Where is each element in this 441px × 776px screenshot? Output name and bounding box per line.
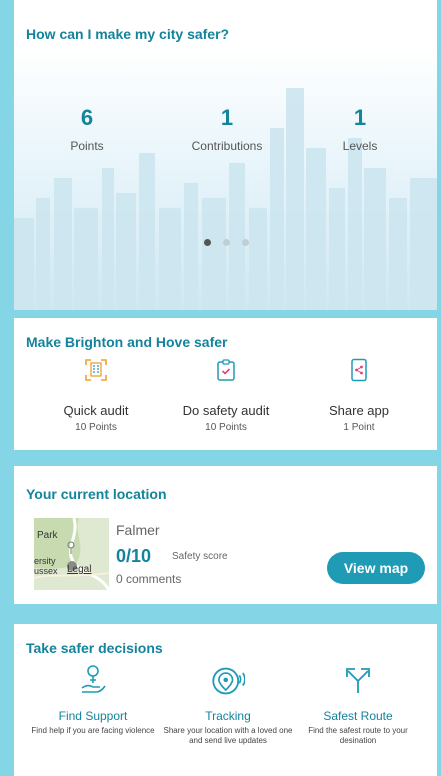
female-hand-icon (81, 665, 106, 693)
levels-stat: 1 Levels (300, 105, 420, 153)
current-location-panel: Your current location Park ersity ussex … (14, 466, 437, 604)
stats-panel: How can I make my city safer? 6 Points 1… (14, 0, 437, 310)
building-scan-icon (85, 359, 107, 381)
carousel-dots (204, 239, 249, 246)
do-safety-audit-points: 10 Points (205, 422, 247, 433)
carousel-dot[interactable] (223, 239, 230, 246)
share-app-label: Share app (329, 403, 389, 418)
quick-audit-button[interactable]: Quick audit 10 Points (31, 358, 161, 433)
decisions-title: Take safer decisions (26, 640, 163, 656)
safest-route-label: Safest Route (323, 709, 393, 723)
contributions-stat: 1 Contributions (167, 105, 287, 153)
share-app-points: 1 Point (343, 422, 375, 433)
safest-route-button[interactable]: Safest Route Find the safest route to yo… (293, 664, 423, 746)
hero-title: How can I make my city safer? (26, 26, 230, 42)
phone-share-icon (351, 358, 367, 382)
make-safer-panel: Make Brighton and Hove safer Quick audit… (14, 318, 437, 450)
location-signal-icon (212, 667, 246, 695)
safer-decisions-panel: Take safer decisions Find Support Find h… (14, 624, 437, 776)
carousel-dot[interactable] (204, 239, 211, 246)
carousel-dot[interactable] (242, 239, 249, 246)
quick-audit-points: 10 Points (75, 422, 117, 433)
levels-label: Levels (342, 139, 378, 153)
location-name: Falmer (116, 522, 160, 538)
map-thumbnail[interactable]: Park ersity ussex Legal (34, 518, 109, 590)
find-support-button[interactable]: Find Support Find help if you are facing… (28, 664, 158, 736)
map-label-ersity: ersity (34, 556, 56, 566)
find-support-label: Find Support (58, 709, 128, 723)
safety-score-label: Safety score (172, 551, 228, 562)
make-safer-title: Make Brighton and Hove safer (26, 334, 228, 350)
city-skyline-banner (14, 48, 437, 310)
tracking-desc: Share your location with a loved one and… (163, 726, 293, 745)
quick-audit-label: Quick audit (63, 403, 129, 418)
contributions-value: 1 (220, 105, 234, 130)
share-app-button[interactable]: Share app 1 Point (294, 358, 424, 433)
map-label-park: Park (37, 530, 58, 541)
view-map-button[interactable]: View map (327, 552, 425, 584)
do-safety-audit-button[interactable]: Do safety audit 10 Points (161, 358, 291, 433)
points-value: 6 (80, 105, 94, 130)
tracking-label: Tracking (205, 709, 251, 723)
do-safety-audit-label: Do safety audit (182, 403, 270, 418)
tracking-button[interactable]: Tracking Share your location with a love… (163, 664, 293, 746)
location-title: Your current location (26, 486, 167, 502)
points-stat: 6 Points (27, 105, 147, 153)
safety-score-value: 0/10 (116, 546, 152, 566)
map-label-ussex: ussex (34, 566, 58, 576)
points-label: Points (70, 139, 104, 153)
levels-value: 1 (353, 105, 367, 130)
clipboard-check-icon (217, 359, 235, 381)
map-label-legal[interactable]: Legal (67, 564, 91, 575)
comments-count[interactable]: 0 comments (116, 572, 181, 586)
safest-route-desc: Find the safest route to your desination (308, 726, 408, 745)
contributions-label: Contributions (191, 139, 263, 153)
split-arrows-icon (346, 668, 370, 693)
find-support-desc: Find help if you are facing violence (31, 726, 155, 735)
